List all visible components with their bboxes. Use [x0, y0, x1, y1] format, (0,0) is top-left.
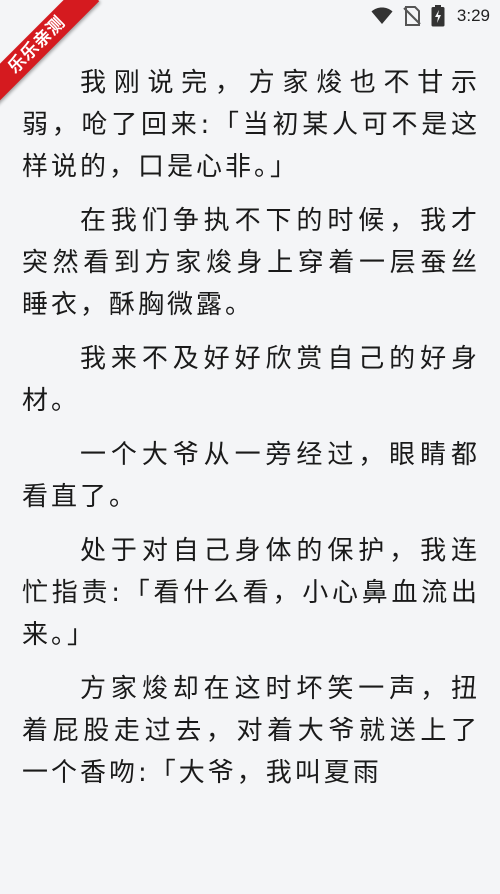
paragraph: 我来不及好好欣赏自己的好身材。	[22, 344, 480, 416]
status-icons: 3:29	[371, 4, 490, 28]
reader-content: 我刚说完，方家焌也不甘示弱，呛了回来:「当初某人可不是这样说的，口是心非。」 在…	[22, 62, 480, 806]
corner-ribbon: 乐乐亲测	[0, 0, 110, 110]
ribbon-label: 乐乐亲测	[0, 0, 100, 108]
paragraph: 处于对自己身体的保护，我连忙指责:「看什么看，小心鼻血流出来。」	[22, 536, 480, 650]
wifi-icon	[371, 7, 393, 25]
paragraph: 在我们争执不下的时候，我才突然看到方家焌身上穿着一层蚕丝睡衣，酥胸微露。	[22, 206, 480, 320]
battery-charging-icon	[431, 5, 445, 27]
paragraph: 一个大爷从一旁经过，眼睛都看直了。	[22, 440, 480, 512]
status-time: 3:29	[456, 6, 490, 25]
no-sim-icon	[403, 6, 421, 26]
paragraph: 方家焌却在这时坏笑一声，扭着屁股走过去，对着大爷就送上了一个香吻:「大爷，我叫夏…	[22, 674, 480, 788]
